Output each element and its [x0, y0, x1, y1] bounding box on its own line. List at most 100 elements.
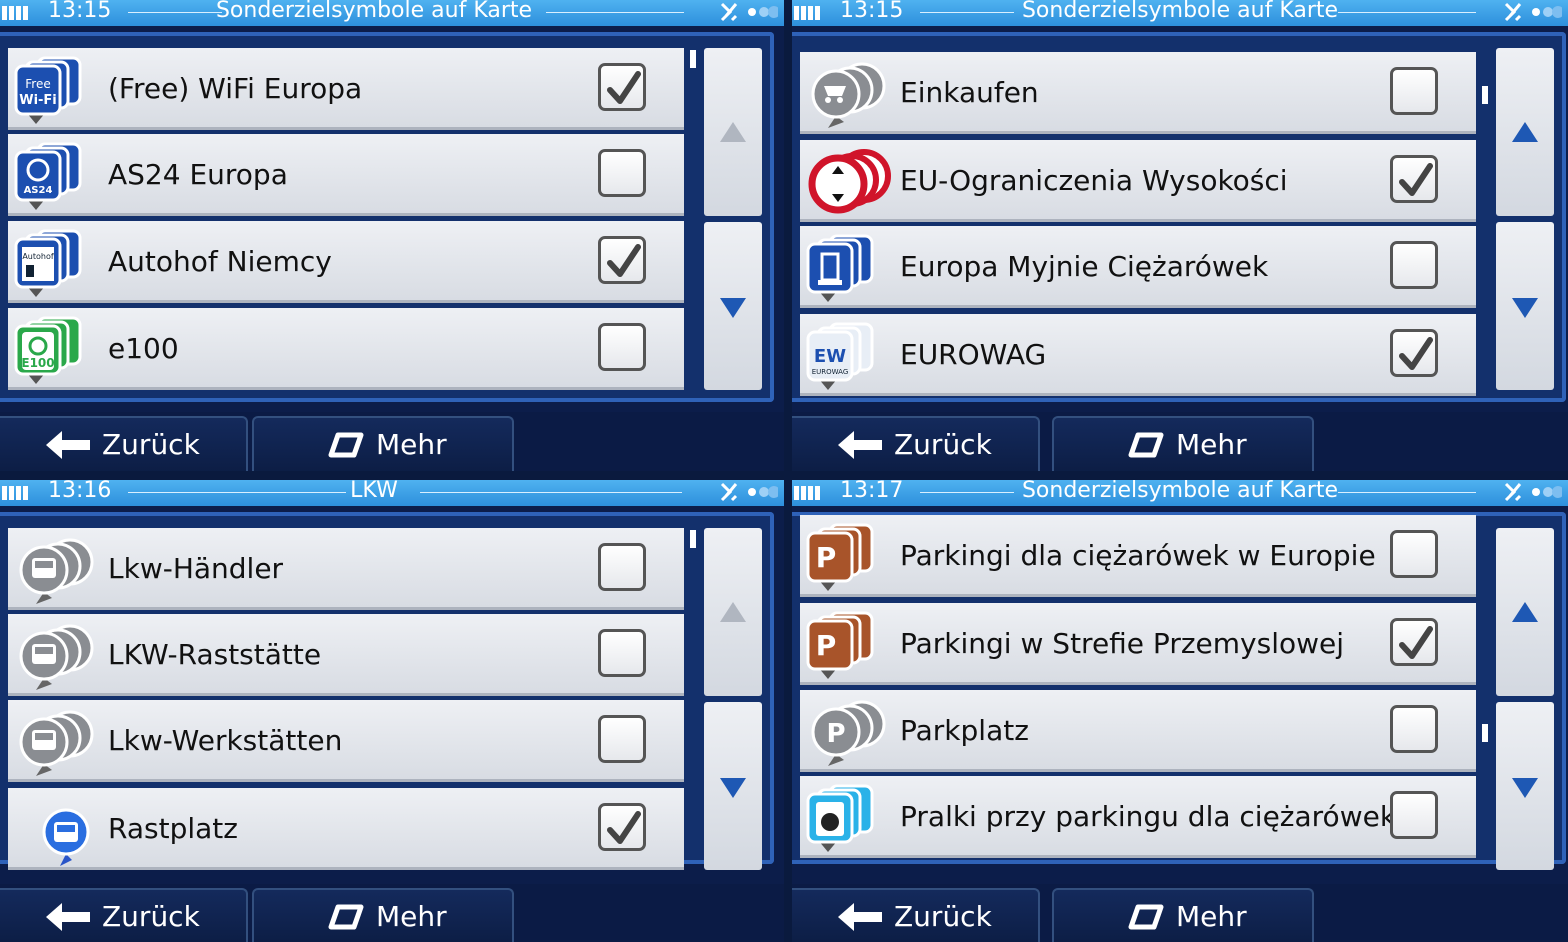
poi-category-label: Lkw-Werkstätten — [108, 724, 343, 757]
back-label: Zurück — [894, 900, 992, 933]
poi-category-checkbox[interactable] — [1390, 530, 1438, 578]
scrollbar-thumb[interactable] — [1482, 86, 1488, 104]
screen-title: Sonderzielsymbole auf Karte — [215, 0, 533, 23]
scrollbar-thumb[interactable] — [1482, 724, 1488, 742]
poi-category-row[interactable]: EU-Ograniczenia Wysokości — [800, 140, 1476, 222]
poi-category-row[interactable]: P Parkplatz — [800, 690, 1476, 772]
more-label: Mehr — [1176, 428, 1247, 461]
height-limit-icon — [806, 146, 896, 220]
poi-category-row[interactable]: P Parkingi dla ciężarówek w Europie — [800, 515, 1476, 597]
poi-category-checkbox[interactable] — [1390, 705, 1438, 753]
poi-category-row[interactable]: EW EUROWAG EUROWAG — [800, 314, 1476, 396]
bottom-button-bar: Zurück Mehr — [792, 884, 1568, 942]
back-label: Zurück — [102, 428, 200, 461]
poi-category-checkbox[interactable] — [598, 715, 646, 763]
scroll-down-button[interactable] — [1496, 222, 1554, 390]
as24-icon: AS24 — [14, 140, 104, 214]
svg-text:Autohof: Autohof — [22, 252, 54, 261]
poi-category-row[interactable]: Lkw-Werkstätten — [8, 700, 684, 782]
truck-icon — [14, 534, 104, 608]
bottom-button-bar: Zurück Mehr — [792, 412, 1568, 471]
more-button[interactable]: Mehr — [1052, 888, 1314, 942]
screen-panel: 13:16 LKW Lkw-Händler LKW-Raststätte Lkw… — [0, 480, 784, 942]
scroll-down-button[interactable] — [704, 222, 762, 390]
scroll-up-button[interactable] — [704, 48, 762, 216]
svg-text:P: P — [826, 719, 845, 749]
poi-category-label: Rastplatz — [108, 812, 238, 845]
truck-icon — [14, 620, 104, 694]
gps-signal-icon — [716, 480, 780, 506]
svg-text:Wi-Fi: Wi-Fi — [19, 93, 57, 108]
wifi-icon: Free Wi-Fi — [14, 54, 104, 128]
scroll-down-button[interactable] — [1496, 702, 1554, 870]
poi-category-checkbox[interactable] — [598, 149, 646, 197]
back-label: Zurück — [102, 900, 200, 933]
status-bar: 13:16 LKW — [0, 480, 784, 506]
more-label: Mehr — [376, 900, 447, 933]
checkmark-icon — [607, 243, 641, 279]
poi-category-checkbox[interactable] — [598, 236, 646, 284]
screen-panel: 13:17 Sonderzielsymbole auf Karte P Park… — [792, 480, 1568, 942]
poi-category-checkbox[interactable] — [598, 543, 646, 591]
poi-category-label: Einkaufen — [900, 76, 1039, 109]
poi-category-checkbox[interactable] — [598, 63, 646, 111]
checkmark-icon — [607, 810, 641, 846]
more-button[interactable]: Mehr — [252, 888, 514, 942]
autohof-icon: Autohof — [14, 227, 104, 301]
truck-wash-icon — [806, 232, 896, 306]
poi-category-checkbox[interactable] — [1390, 67, 1438, 115]
poi-category-label: EUROWAG — [900, 338, 1047, 371]
poi-category-label: Parkingi w Strefie Przemyslowej — [900, 627, 1345, 660]
poi-category-row[interactable]: Free Wi-Fi (Free) WiFi Europa — [8, 48, 684, 130]
poi-category-row[interactable]: P Parkingi w Strefie Przemyslowej — [800, 603, 1476, 685]
poi-category-label: Pralki przy parkingu dla ciężarówek — [900, 800, 1397, 833]
checkmark-icon — [1399, 336, 1433, 372]
parking-icon: P — [806, 696, 896, 770]
poi-category-checkbox[interactable] — [598, 323, 646, 371]
scroll-up-button[interactable] — [1496, 528, 1554, 696]
poi-category-row[interactable]: Autohof Autohof Niemcy — [8, 221, 684, 303]
poi-category-row[interactable]: Europa Myjnie Ciężarówek — [800, 226, 1476, 308]
checkmark-icon — [607, 70, 641, 106]
back-button[interactable]: Zurück — [0, 888, 248, 942]
poi-category-row[interactable]: Pralki przy parkingu dla ciężarówek — [800, 776, 1476, 858]
back-label: Zurück — [894, 428, 992, 461]
svg-text:P: P — [816, 541, 837, 574]
scroll-up-button[interactable] — [1496, 48, 1554, 216]
poi-category-row[interactable]: Einkaufen — [800, 52, 1476, 134]
more-button[interactable]: Mehr — [252, 416, 514, 471]
screen-title: Sonderzielsymbole auf Karte — [1021, 480, 1339, 503]
poi-category-checkbox[interactable] — [1390, 241, 1438, 289]
svg-text:Free: Free — [25, 77, 50, 91]
gps-signal-icon — [1500, 0, 1564, 26]
poi-category-checkbox[interactable] — [1390, 329, 1438, 377]
more-label: Mehr — [376, 428, 447, 461]
more-label: Mehr — [1176, 900, 1247, 933]
poi-category-checkbox[interactable] — [598, 803, 646, 851]
truck-parking-icon: P — [806, 521, 896, 595]
poi-category-label: Parkingi dla ciężarówek w Europie — [900, 539, 1376, 572]
poi-category-checkbox[interactable] — [1390, 618, 1438, 666]
poi-category-row[interactable]: Rastplatz — [8, 788, 684, 870]
screen-panel: 13:15 Sonderzielsymbole auf Karte Free Wi… — [0, 0, 784, 471]
title-rule — [1338, 492, 1476, 493]
poi-category-checkbox[interactable] — [598, 629, 646, 677]
scroll-down-button[interactable] — [704, 702, 762, 870]
scroll-up-button[interactable] — [704, 528, 762, 696]
poi-category-row[interactable]: AS24 AS24 Europa — [8, 134, 684, 216]
more-button[interactable]: Mehr — [1052, 416, 1314, 471]
back-button[interactable]: Zurück — [0, 416, 248, 471]
scrollbar-thumb[interactable] — [690, 50, 696, 68]
poi-category-label: Lkw-Händler — [108, 552, 284, 585]
checkmark-icon — [1399, 625, 1433, 661]
poi-category-checkbox[interactable] — [1390, 155, 1438, 203]
poi-category-checkbox[interactable] — [1390, 791, 1438, 839]
poi-category-label: Europa Myjnie Ciężarówek — [900, 250, 1269, 283]
poi-category-row[interactable]: Lkw-Händler — [8, 528, 684, 610]
back-button[interactable]: Zurück — [792, 888, 1040, 942]
poi-category-row[interactable]: LKW-Raststätte — [8, 614, 684, 696]
laundry-icon — [806, 782, 896, 856]
back-button[interactable]: Zurück — [792, 416, 1040, 471]
scrollbar-thumb[interactable] — [690, 530, 696, 548]
poi-category-row[interactable]: E100 e100 — [8, 308, 684, 390]
